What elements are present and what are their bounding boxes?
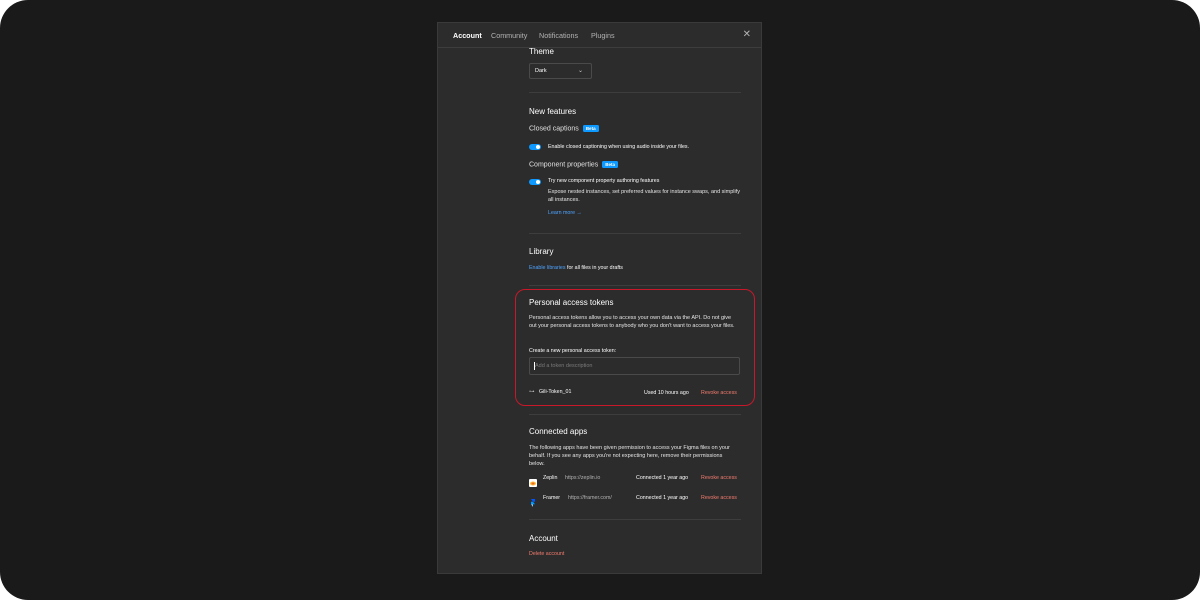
component-properties-toggle[interactable] — [529, 179, 541, 185]
framer-app-name: Framer — [543, 495, 561, 501]
close-icon[interactable]: ✕ — [743, 29, 751, 40]
framer-logo-icon — [529, 494, 537, 507]
component-properties-toggle-label: Try new component property authoring fea… — [548, 178, 660, 184]
delete-account-button[interactable]: Delete account — [529, 551, 564, 557]
connected-apps-heading: Connected apps — [529, 427, 588, 436]
divider — [529, 285, 741, 286]
closed-captions-toggle[interactable] — [529, 144, 541, 150]
theme-select[interactable]: Dark ⌄ — [529, 63, 592, 79]
divider — [529, 233, 741, 234]
chevron-down-icon: ⌄ — [577, 68, 583, 74]
tab-plugins[interactable]: Plugins — [591, 31, 615, 40]
closed-captions-toggle-label: Enable closed captioning when using audi… — [548, 144, 690, 150]
framer-app-url: https://framer.com/ — [568, 495, 612, 501]
component-properties-description: Expose nested instances, set preferred v… — [548, 189, 740, 203]
closed-captions-label: Closed captions Beta — [529, 125, 599, 132]
theme-heading: Theme — [529, 47, 554, 56]
divider — [529, 519, 741, 520]
framer-connected-status: Connected 1 year ago — [636, 495, 689, 501]
beta-badge: Beta — [602, 161, 619, 168]
divider — [529, 414, 741, 415]
zeplin-logo-icon — [529, 474, 537, 487]
library-heading: Library — [529, 247, 554, 256]
zeplin-connected-status: Connected 1 year ago — [636, 475, 689, 481]
tab-community[interactable]: Community — [491, 31, 527, 40]
component-properties-label: Component properties Beta — [529, 161, 619, 168]
tab-notifications[interactable]: Notifications — [539, 31, 578, 40]
divider — [529, 92, 741, 93]
enable-libraries-link[interactable]: Enable libraries — [529, 265, 566, 271]
settings-tabs: Account Community Notifications Plugins … — [438, 23, 761, 48]
account-heading: Account — [529, 534, 558, 543]
connected-apps-description: The following apps have been given permi… — [529, 445, 730, 467]
zeplin-app-url: https://zeplin.io — [565, 475, 601, 481]
theme-select-value: Dark — [535, 68, 547, 74]
library-text: Enable libraries for all files in your d… — [529, 265, 623, 271]
beta-badge: Beta — [582, 125, 599, 132]
new-features-heading: New features — [529, 107, 577, 116]
revoke-framer-button[interactable]: Revoke access — [701, 495, 737, 501]
tab-account[interactable]: Account — [453, 31, 482, 40]
tokens-highlight-outline — [515, 289, 755, 406]
learn-more-link[interactable]: Learn more → — [548, 210, 582, 216]
revoke-zeplin-button[interactable]: Revoke access — [701, 475, 737, 481]
zeplin-app-name: Zeplin — [543, 475, 558, 481]
